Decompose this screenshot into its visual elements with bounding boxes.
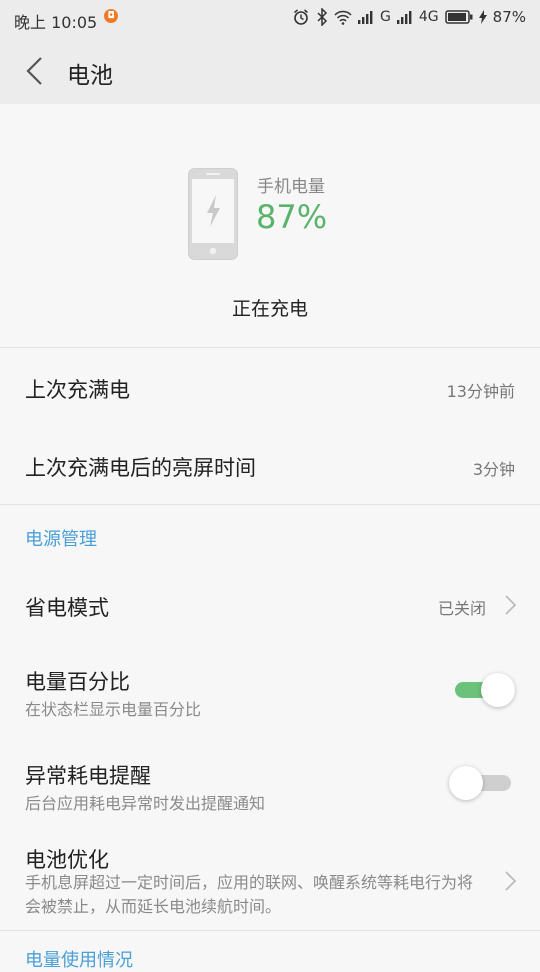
charging-bolt-icon — [478, 10, 487, 24]
power-saving-mode-label: 省电模式 — [25, 596, 109, 620]
network-4g-label: 4G — [418, 9, 439, 25]
chevron-right-icon — [505, 871, 517, 891]
abnormal-drain-alert-toggle[interactable] — [449, 766, 515, 800]
battery-summary: 手机电量 87% 正在充电 — [0, 104, 540, 347]
page-title: 电池 — [67, 63, 113, 89]
battery-percentage-toggle[interactable] — [455, 673, 515, 707]
wifi-icon — [334, 10, 352, 25]
charging-status: 正在充电 — [231, 298, 308, 320]
battery-percentage-description: 在状态栏显示电量百分比 — [25, 700, 202, 719]
status-bar: 晚上 10:05 ◘ G 4G 87% — [0, 0, 540, 36]
abnormal-drain-alert-description: 后台应用耗电异常时发出提醒通知 — [25, 794, 266, 813]
battery-percentage-label: 电量百分比 — [25, 670, 130, 694]
screen-on-time-row: 上次充满电后的亮屏时间 3分钟 — [0, 426, 540, 504]
back-arrow-icon[interactable] — [22, 56, 48, 86]
battery-level-label: 手机电量 — [257, 177, 325, 197]
battery-optimization-label: 电池优化 — [25, 848, 109, 872]
signal-icon — [396, 11, 412, 24]
abnormal-drain-alert-row: 异常耗电提醒 后台应用耗电异常时发出提醒通知 — [0, 744, 540, 828]
bluetooth-icon — [317, 8, 328, 26]
battery-percentage-row: 电量百分比 在状态栏显示电量百分比 — [0, 650, 540, 734]
toggle-knob — [449, 766, 483, 800]
section-title-power-management: 电源管理 — [25, 529, 97, 550]
divider — [0, 504, 540, 505]
last-full-charge-value: 13分钟前 — [446, 382, 515, 401]
phone-charging-icon — [188, 168, 238, 260]
screen-on-time-label: 上次充满电后的亮屏时间 — [25, 456, 256, 480]
screen-on-time-value: 3分钟 — [472, 460, 515, 479]
alarm-icon — [294, 9, 309, 25]
app-bar: 电池 — [0, 36, 540, 104]
notification-icon: ◘ — [104, 9, 118, 23]
battery-optimization-description: 手机息屏超过一定时间后，应用的联网、唤醒系统等耗电行为将会被禁止，从而延长电池续… — [25, 873, 474, 916]
power-saving-mode-value: 已关闭 — [437, 599, 486, 618]
status-battery-percent: 87% — [492, 8, 526, 26]
divider — [0, 930, 540, 931]
signal-icon — [358, 11, 373, 24]
battery-level-value: 87% — [256, 198, 328, 236]
status-icons: G 4G 87% — [292, 8, 526, 26]
abnormal-drain-alert-label: 异常耗电提醒 — [25, 764, 151, 788]
power-saving-mode-row[interactable]: 省电模式 已关闭 — [0, 566, 540, 644]
last-full-charge-row: 上次充满电 13分钟前 — [0, 348, 540, 426]
battery-icon — [444, 10, 473, 24]
status-time: 晚上 10:05 — [14, 13, 98, 32]
battery-optimization-row[interactable]: 电池优化 手机息屏超过一定时间后，应用的联网、唤醒系统等耗电行为将会被禁止，从而… — [0, 834, 540, 930]
network-g-label: G — [380, 9, 391, 25]
toggle-knob — [481, 673, 515, 707]
last-full-charge-label: 上次充满电 — [25, 378, 130, 402]
section-title-usage: 电量使用情况 — [25, 950, 133, 971]
chevron-right-icon — [505, 595, 517, 615]
